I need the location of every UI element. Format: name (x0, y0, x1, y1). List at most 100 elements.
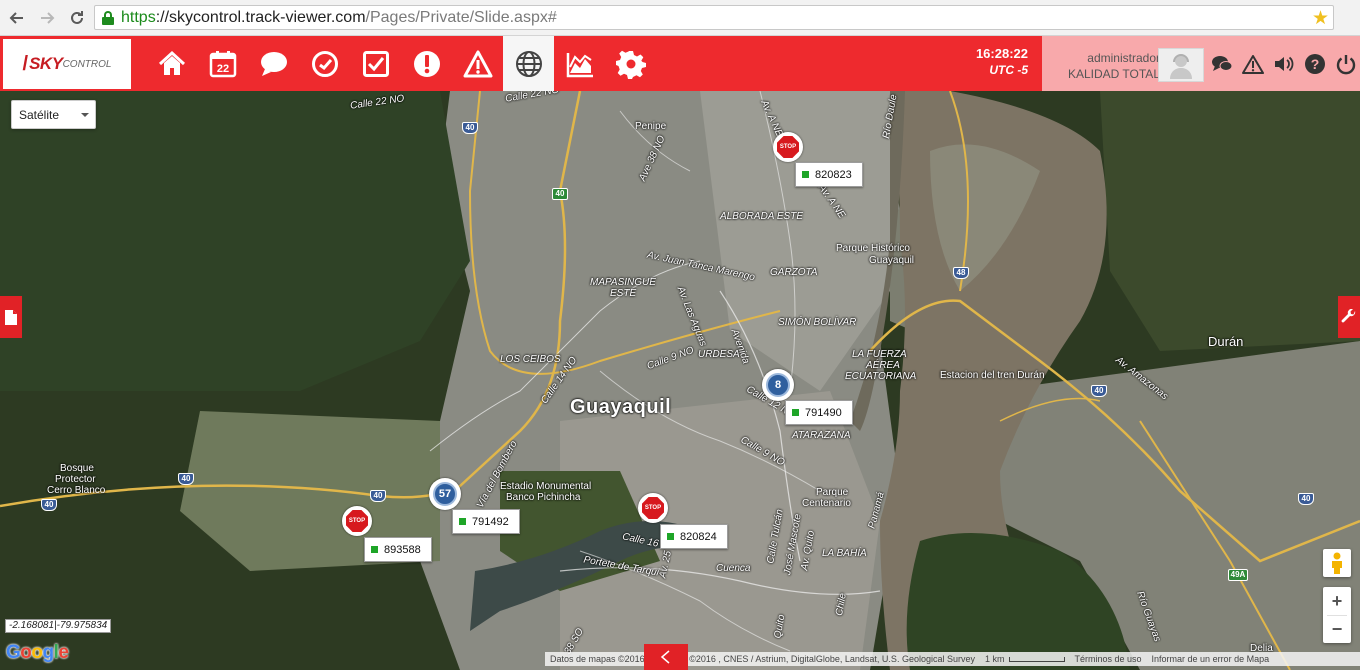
map-label: ECUATORIANA (845, 371, 917, 382)
route-shield: 40 (41, 499, 57, 511)
stop-marker[interactable]: STOP (638, 493, 668, 523)
gear-icon (615, 50, 646, 79)
zoom-out-button[interactable]: − (1323, 615, 1351, 643)
chat-bubbles-icon (1212, 56, 1233, 71)
route-shield: 49A (1228, 569, 1248, 581)
main-toolbar: 22 (146, 36, 656, 91)
chevron-down-icon (81, 113, 89, 117)
history-button[interactable] (299, 36, 350, 91)
documents-side-tab[interactable] (0, 296, 22, 338)
logout-button[interactable] (1334, 52, 1358, 76)
map-label: MAPASINGUE (590, 277, 656, 288)
cluster-marker[interactable]: 8 (762, 369, 794, 401)
map-label: LA BAHÍA (822, 548, 867, 559)
stop-marker[interactable]: STOP (342, 506, 372, 536)
vehicle-label[interactable]: 791490 (785, 400, 853, 425)
map-label: Durán (1208, 334, 1244, 349)
sound-button[interactable] (1272, 52, 1296, 76)
clock-timezone: UTC -5 (989, 63, 1028, 77)
map-label: ALBORADA ESTE (720, 211, 803, 222)
map-label: Guayaquil (869, 255, 915, 266)
power-icon (1336, 55, 1356, 75)
home-button[interactable] (146, 36, 197, 91)
arrow-right-icon (41, 11, 55, 24)
vehicle-label[interactable]: 893588 (364, 537, 432, 562)
vehicle-label[interactable]: 791492 (452, 509, 520, 534)
map-label: Estadio Monumental (500, 481, 592, 492)
zoom-in-button[interactable]: + (1323, 587, 1351, 615)
app-header: / SKY CONTROL 22 16:28:22 UTC -5 adminis… (0, 36, 1360, 91)
cluster-marker[interactable]: 57 (429, 478, 461, 510)
reload-button[interactable] (64, 5, 90, 31)
settings-button[interactable] (605, 36, 656, 91)
browser-toolbar: https://skycontrol.track-viewer.com/Page… (0, 0, 1360, 36)
bookmark-star-icon[interactable]: ★ (1312, 7, 1329, 30)
map-label: Penipe (635, 121, 667, 132)
map-label: Bosque (60, 463, 94, 474)
vehicle-label[interactable]: 820823 (795, 162, 863, 187)
map-label: Parque (816, 487, 849, 498)
map-label: Guayaquil (570, 396, 672, 418)
map-label: GARZOTA (770, 267, 818, 278)
messages-button[interactable] (248, 36, 299, 91)
map-button[interactable] (503, 36, 554, 91)
user-headset-icon (1170, 54, 1192, 79)
avatar[interactable] (1158, 48, 1204, 82)
chat-icon (260, 51, 287, 76)
tools-side-tab[interactable] (1338, 296, 1360, 338)
url-path: /Pages/Private/Slide.aspx# (365, 8, 557, 26)
vehicle-label[interactable]: 820824 (660, 524, 728, 549)
street-view-pegman[interactable] (1323, 549, 1351, 577)
warnings-button[interactable] (452, 36, 503, 91)
help-button[interactable]: ? (1303, 52, 1327, 76)
user-panel: administrador KALIDAD TOTAL ? (1042, 36, 1360, 91)
map-type-value: Satélite (19, 108, 60, 122)
tasks-button[interactable] (350, 36, 401, 91)
route-shield: 48 (953, 267, 969, 279)
route-shield: 40 (462, 122, 478, 134)
route-shield: 40 (178, 473, 194, 485)
lock-icon (101, 10, 115, 25)
route-shield: 40 (1091, 385, 1107, 397)
back-button[interactable] (4, 5, 30, 31)
scale-bar[interactable]: 1 km (980, 654, 1070, 664)
coordinates-readout: -2.168081|-79.975834 (5, 619, 112, 633)
map-label: URDESA (698, 349, 740, 360)
address-bar[interactable]: https://skycontrol.track-viewer.com/Page… (94, 5, 1334, 30)
map-label: Cuenca (716, 563, 751, 574)
map-label: SIMÓN BOLÍVAR (778, 317, 857, 328)
map-label: Centenario (802, 498, 851, 509)
zoom-control: + − (1323, 587, 1351, 643)
svg-text:?: ? (1311, 56, 1320, 72)
map-label: Parque Histórico (836, 243, 910, 254)
arrow-left-icon (9, 11, 23, 24)
stop-sign-icon: STOP (642, 497, 664, 519)
help-icon: ? (1305, 54, 1325, 74)
stop-marker[interactable]: STOP (773, 132, 803, 162)
stop-sign-icon: STOP (346, 510, 368, 532)
report-error-link[interactable]: Informar de un error de Mapa (1147, 654, 1275, 664)
map-type-select[interactable]: Satélite (11, 100, 96, 129)
speaker-icon (1275, 56, 1294, 72)
document-icon (5, 309, 17, 325)
route-shield: 40 (1298, 493, 1314, 505)
map-view[interactable]: Calle 22 NO Calle 22 NO Penipe Ave 38 NO… (0, 91, 1360, 670)
chat-bubbles-button[interactable] (1210, 52, 1234, 76)
route-shield: 40 (370, 490, 386, 502)
area-chart-icon (566, 52, 593, 77)
collapse-panel-button[interactable] (644, 644, 688, 670)
warning-outline-icon (1242, 55, 1264, 74)
warning-icon (463, 50, 492, 77)
reload-icon (71, 10, 83, 24)
calendar-button[interactable]: 22 (197, 36, 248, 91)
forward-button[interactable] (34, 5, 60, 31)
reports-button[interactable] (554, 36, 605, 91)
warning-notify-button[interactable] (1241, 52, 1265, 76)
map-label: Estacion del tren Durán (940, 370, 1045, 381)
logo[interactable]: / SKY CONTROL (3, 39, 131, 89)
alerts-button[interactable] (401, 36, 452, 91)
map-label: AÉREA (866, 360, 900, 371)
svg-text:22: 22 (216, 63, 228, 75)
terms-link[interactable]: Términos de uso (1070, 654, 1147, 664)
google-logo[interactable]: Google (6, 642, 69, 664)
